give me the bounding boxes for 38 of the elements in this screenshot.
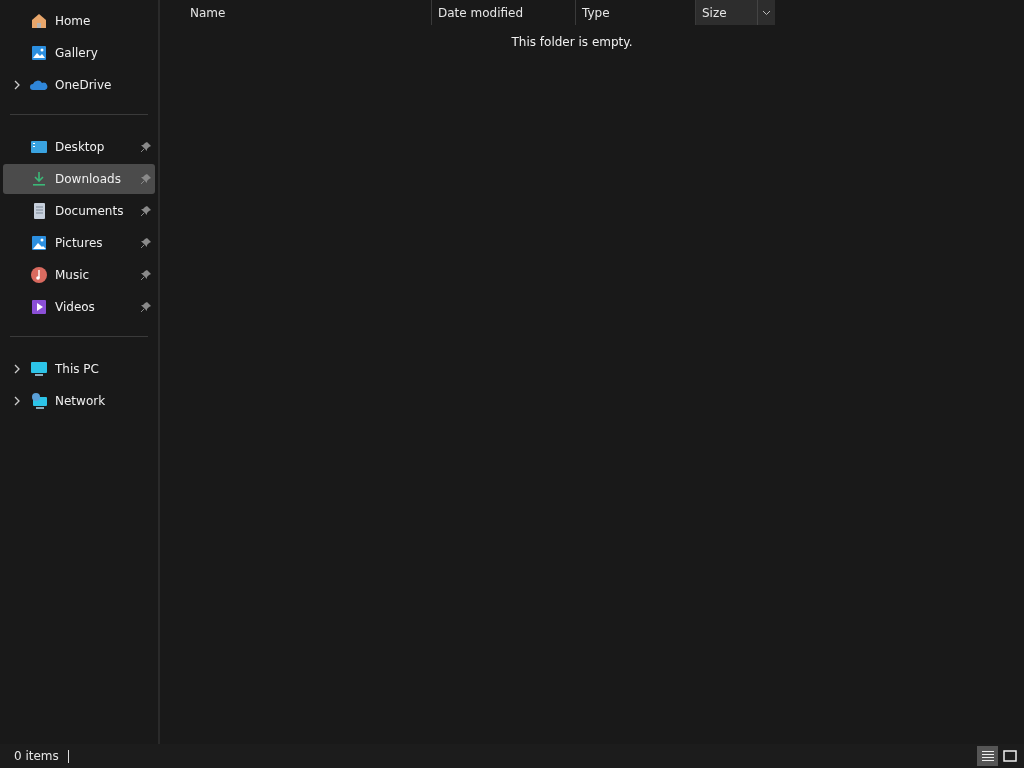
house-icon — [30, 12, 48, 30]
item-count: 0 items — [14, 749, 59, 763]
nav-item[interactable]: Network — [3, 386, 155, 416]
nav-item[interactable]: Home — [3, 6, 155, 36]
pin-icon[interactable] — [140, 173, 152, 185]
column-header[interactable]: Size — [695, 0, 775, 25]
chevron-icon[interactable] — [12, 396, 21, 406]
empty-message: This folder is empty. — [510, 35, 634, 49]
nav-item[interactable]: Music — [3, 260, 155, 290]
music-note-icon — [30, 266, 48, 284]
nav-item[interactable]: Documents — [3, 196, 155, 226]
gallery-icon — [30, 44, 48, 62]
window-icon — [1002, 750, 1017, 762]
chevron-icon[interactable] — [12, 80, 21, 90]
column-header[interactable]: Name — [184, 0, 431, 25]
pin-icon[interactable] — [140, 205, 152, 217]
nav-item[interactable]: Videos — [3, 292, 155, 322]
chevron-down-icon[interactable] — [762, 9, 771, 16]
nav-item[interactable]: OneDrive — [3, 70, 155, 100]
column-header[interactable]: Date modified — [431, 0, 575, 25]
list-icon — [980, 750, 995, 762]
video-icon — [30, 298, 48, 316]
pin-icon[interactable] — [140, 301, 152, 313]
pin-icon[interactable] — [140, 237, 152, 249]
nav-item[interactable]: This PC — [3, 354, 155, 384]
download-icon — [30, 170, 48, 188]
pin-icon[interactable] — [140, 269, 152, 281]
nav-item[interactable]: Pictures — [3, 228, 155, 258]
nav-item[interactable]: Desktop — [3, 132, 155, 162]
details-view-button[interactable] — [977, 746, 998, 766]
pin-icon[interactable] — [140, 141, 152, 153]
network-icon — [30, 392, 48, 410]
desktop-icon — [30, 138, 48, 156]
nav-item[interactable]: Gallery — [3, 38, 155, 68]
nav-item[interactable]: Downloads — [3, 164, 155, 194]
chevron-icon[interactable] — [12, 364, 21, 374]
picture-icon — [30, 234, 48, 252]
monitor-icon — [30, 360, 48, 378]
